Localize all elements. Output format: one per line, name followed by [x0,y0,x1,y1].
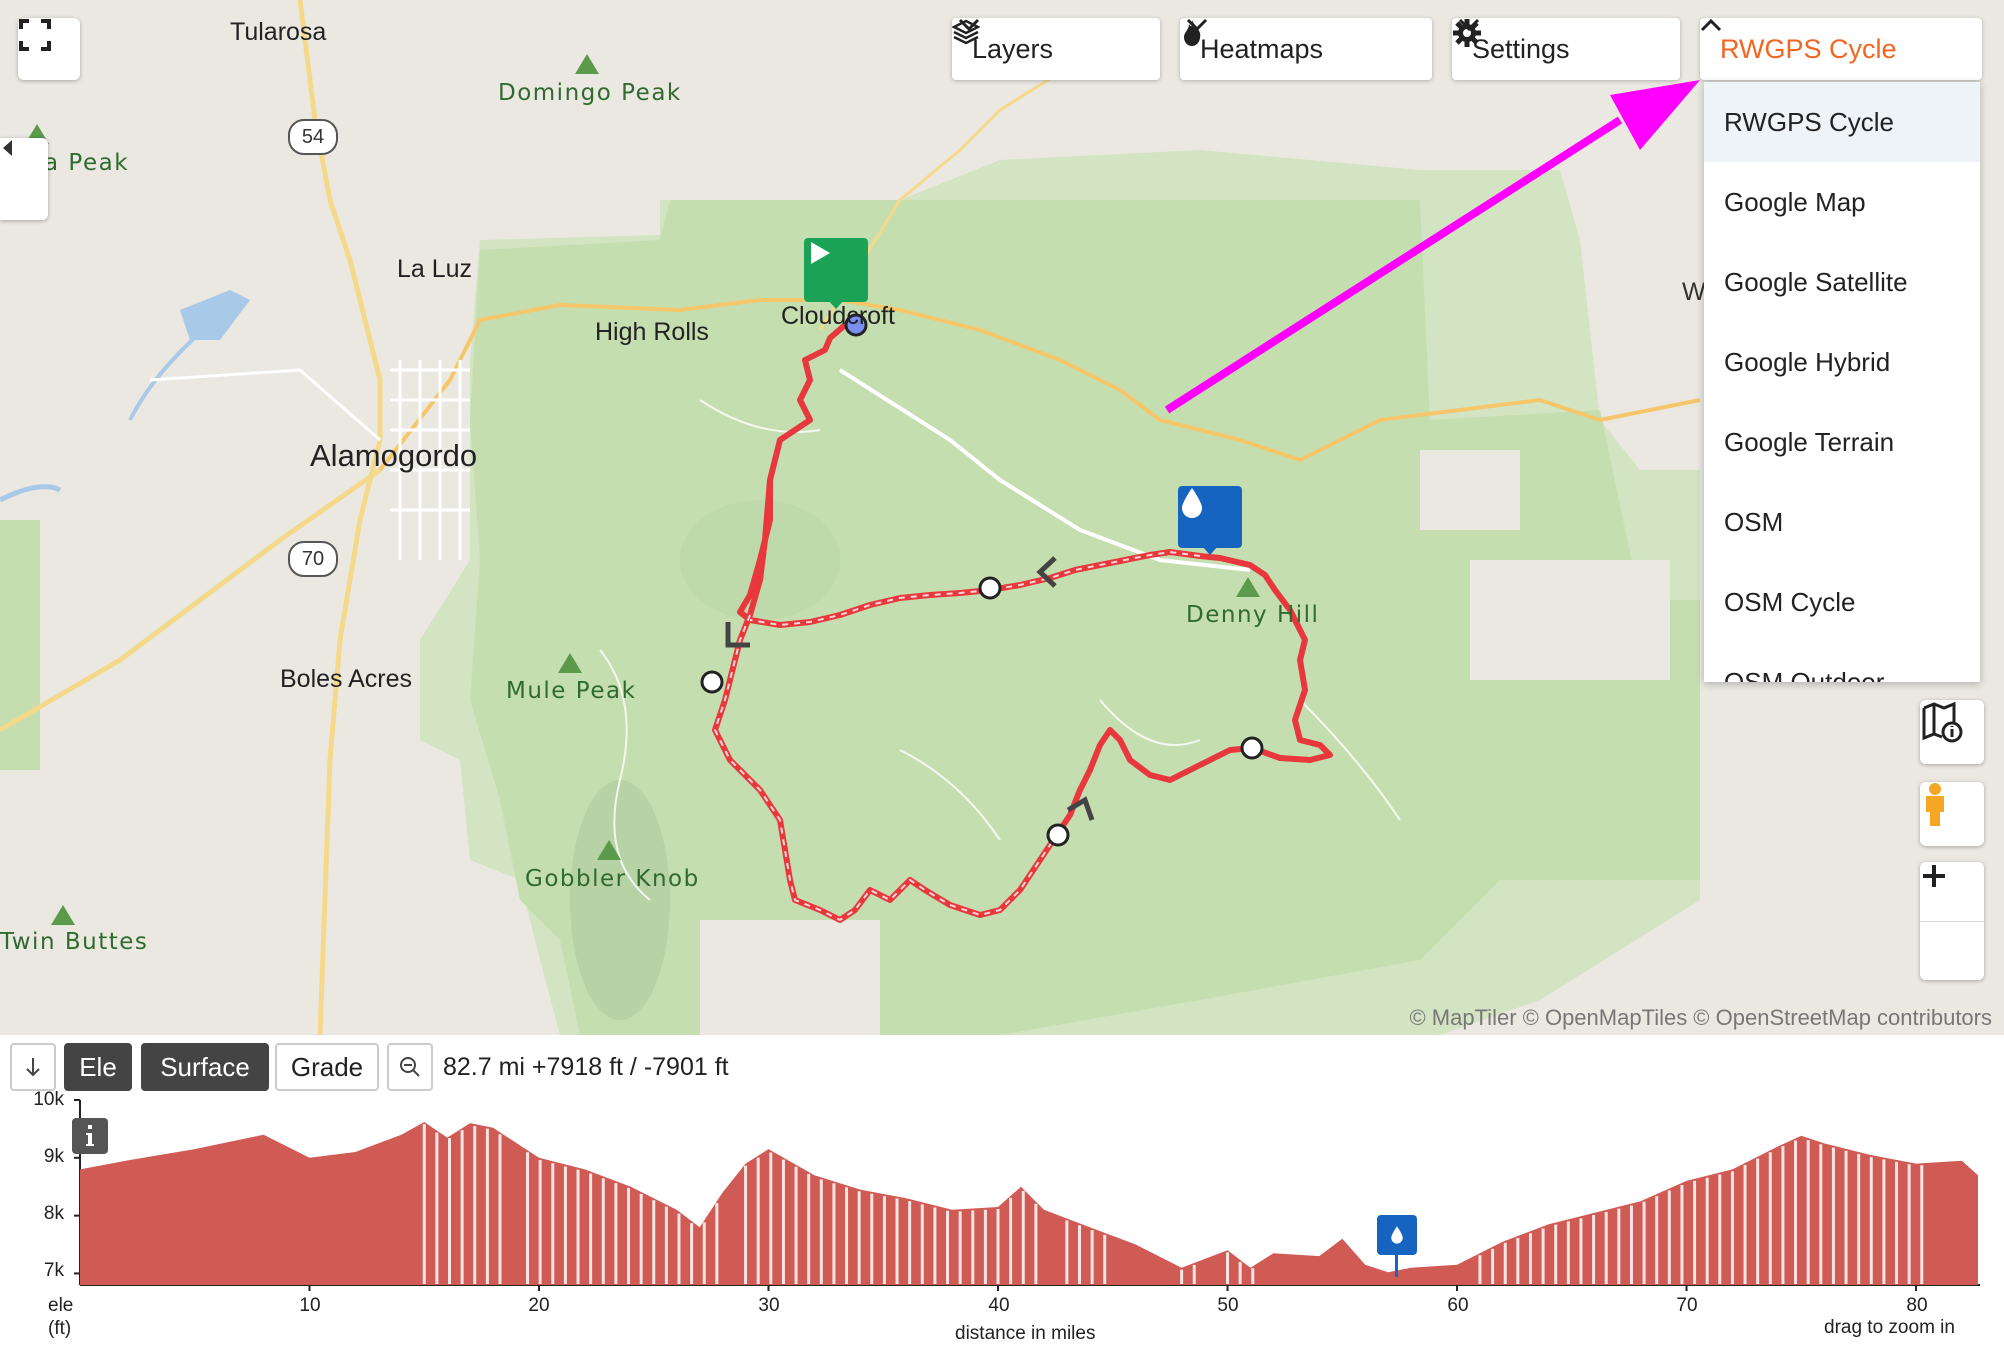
route-point [1046,823,1070,847]
water-drop-icon [1391,1226,1403,1244]
fullscreen-icon [19,19,51,51]
x-tick-label: 50 [1217,1295,1239,1316]
map-style-option[interactable]: RWGPS Cycle [1704,82,1980,162]
place-high-rolls: High Rolls [595,318,709,346]
road-shield-54: 54 [288,119,338,155]
info-marker[interactable] [72,1118,108,1154]
stream [0,484,62,503]
place-tularosa: Tularosa [230,18,327,46]
x-tick-label: 80 [1906,1295,1928,1316]
x-axis-label: distance in miles [955,1323,1096,1344]
peak-marker [51,905,75,925]
peak-mule: Mule Peak [506,678,637,704]
y-tick-label: 9k [43,1146,64,1167]
annotation-arrow-head [1610,80,1700,150]
route-point [700,670,724,694]
info-icon [86,1125,94,1146]
chevron-down-icon [958,18,980,32]
place-alamogordo: Alamogordo [310,438,478,473]
peak-domingo: Domingo Peak [498,80,682,106]
route-point [1240,736,1264,760]
place-partial: W [1682,278,1706,306]
map-style-option[interactable]: OSM [1704,482,1980,562]
private-land [0,520,40,770]
chevron-down-icon [1186,18,1208,32]
water-poi-marker-profile[interactable] [1377,1215,1417,1255]
map-info-icon [1922,701,1963,743]
y-axis-label: ele [48,1295,74,1316]
x-tick-label: 70 [1676,1295,1698,1316]
map-style-option[interactable]: OSM Outdoor [1704,642,1980,683]
peak-marker [575,54,599,74]
settings-button[interactable]: Settings [1452,18,1680,80]
zoom-hint: drag to zoom in [1824,1317,1955,1338]
place-boles-acres: Boles Acres [280,665,413,693]
collapse-panel-button[interactable] [0,138,48,220]
map-style-select[interactable]: RWGPS Cycle [1700,18,1982,80]
map-style-option[interactable]: Google Hybrid [1704,322,1980,402]
heatmaps-label: Heatmaps [1200,33,1324,64]
x-tick-label: 10 [299,1295,321,1316]
start-marker[interactable] [804,238,868,309]
fullscreen-button[interactable] [18,18,80,80]
hillshade [570,780,670,1020]
water-poi-stem [1395,1255,1398,1277]
road-shield-70: 70 [288,541,338,577]
settings-label: Settings [1472,33,1570,64]
heatmaps-button[interactable]: Heatmaps [1180,18,1432,80]
peak-a-peak: a Peak [44,150,130,176]
map-style-option[interactable]: OSM Cycle [1704,562,1980,642]
chevron-down-icon [1458,18,1480,32]
zoom-controls [1920,862,1984,980]
route-point [978,576,1002,600]
map-style-label: RWGPS Cycle [1720,33,1897,64]
place-la-luz: La Luz [397,255,473,283]
lake [180,290,250,340]
map-attribution: © MapTiler © OpenMapTiles © OpenStreetMa… [1409,1005,1992,1030]
minus-icon [1923,874,1945,878]
water-drop-icon [1182,488,1202,518]
private-land [1420,450,1520,530]
peak-gobbler-knob: Gobbler Knob [525,866,700,892]
x-tick-label: 60 [1447,1295,1469,1316]
map-style-option[interactable]: Google Satellite [1704,242,1980,322]
peak-denny-hill: Denny Hill [1186,602,1320,628]
pegman-icon [1926,783,1944,826]
map-style-option[interactable]: Google Map [1704,162,1980,242]
elevation-profile[interactable]: Ele Surface Grade 82.7 mi +7918 ft / -79… [0,1035,2004,1354]
map-info-button[interactable] [1920,700,1984,764]
x-tick-label: 30 [758,1295,780,1316]
private-land [700,920,880,1035]
play-icon [811,242,830,264]
y-tick-label: 7k [43,1260,64,1281]
layers-label: Layers [972,33,1054,64]
layers-button[interactable]: Layers [952,18,1160,80]
peak-twin-buttes: Twin Buttes [0,929,149,955]
y-axis-unit: (ft) [48,1318,72,1339]
y-tick-label: 10k [33,1089,64,1110]
private-land [1470,560,1670,680]
map-style-option[interactable]: Google Terrain [1704,402,1980,482]
y-tick-label: 8k [43,1203,64,1224]
water-poi-marker[interactable] [1178,486,1242,555]
x-tick-label: 20 [528,1295,550,1316]
chevron-left-icon [3,140,12,156]
map-canvas[interactable]: Tularosa La Luz High Rolls Cloudcroft Al… [0,0,2004,1035]
street-view-button[interactable] [1920,782,1984,846]
x-tick-label: 40 [988,1295,1010,1316]
chevron-up-icon [1700,18,1722,32]
map-style-dropdown: RWGPS Cycle Google Map Google Satellite … [1704,82,1980,682]
zoom-out-button[interactable] [1920,874,1984,980]
